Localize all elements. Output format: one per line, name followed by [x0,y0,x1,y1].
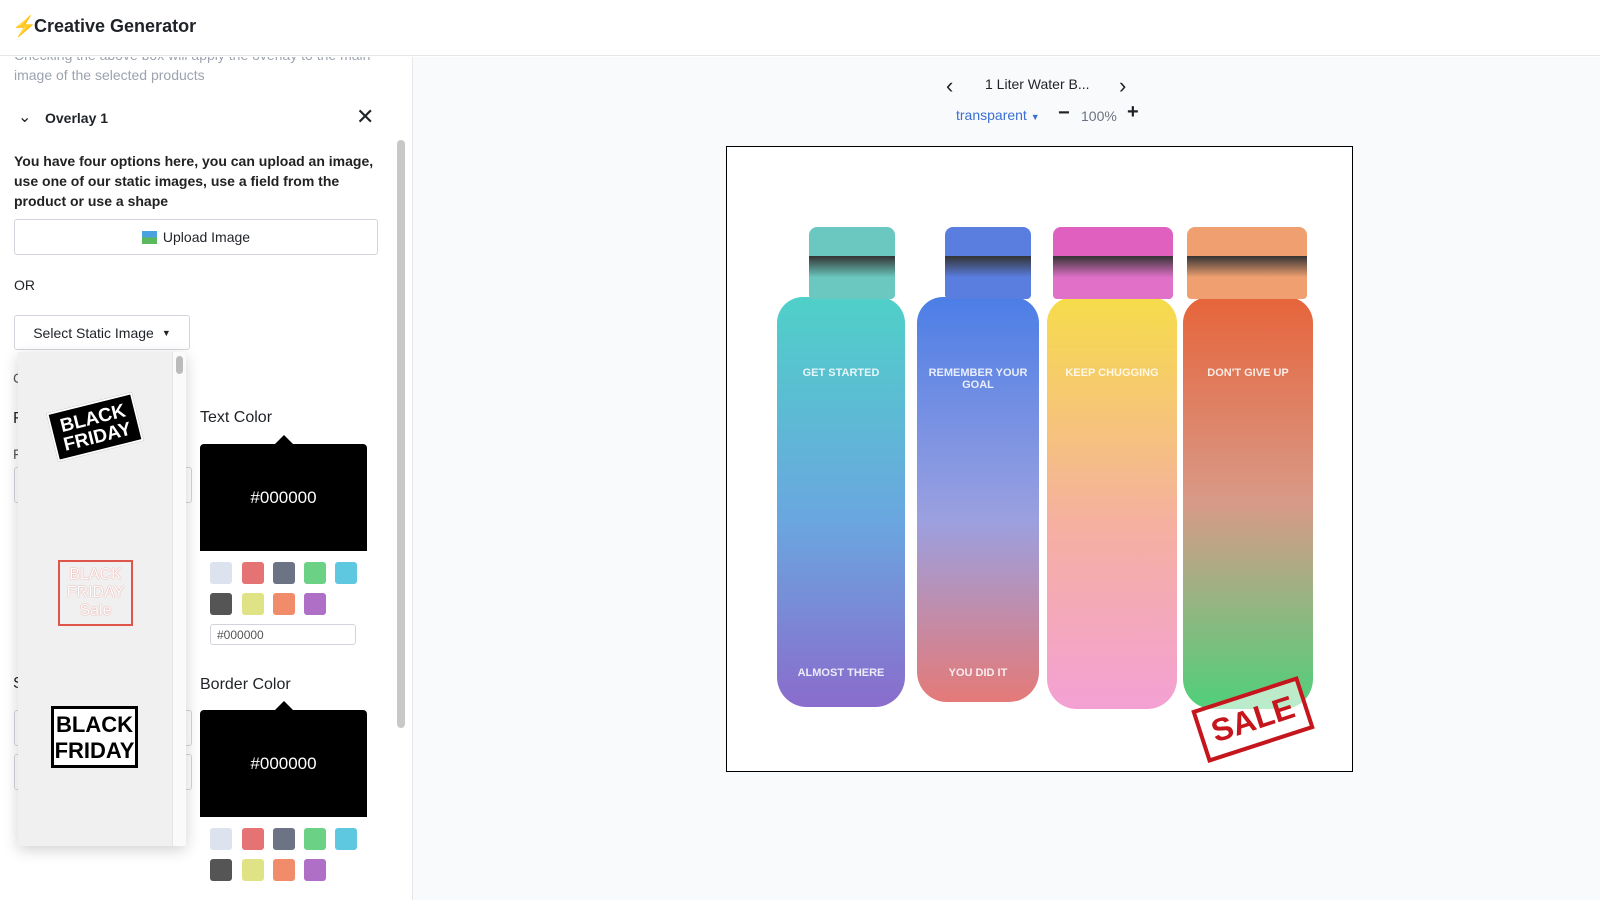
static-image-black-friday-tilted[interactable]: BLACK FRIDAY [46,392,144,462]
image-text: BLACK FRIDAY Sale [66,566,125,619]
zoom-level: 100% [1081,108,1117,124]
app-title: Creative Generator [34,16,197,36]
preview-panel: ‹ 1 Liter Water B... › transparent ▼ − 1… [413,57,1600,900]
border-color-picker[interactable]: #000000 [200,701,367,900]
image-text: BLACK FRIDAY [58,400,134,456]
swatch[interactable] [304,562,326,584]
image-text: BLACK FRIDAY [54,712,135,763]
border-color-preview: #000000 [200,710,367,817]
border-color-label: Border Color [200,676,291,693]
swatch[interactable] [304,828,326,850]
bottle-blue: REMEMBER YOUR GOAL YOU DID IT [917,297,1039,702]
swatch[interactable] [242,593,264,615]
overlay-description: You have four options here, you can uplo… [14,153,374,209]
bottle-label: YOU DID IT [948,667,1008,679]
bottle-orange: DON'T GIVE UP [1183,297,1313,709]
swatch[interactable] [335,562,357,584]
bottle-label: ALMOST THERE [797,667,885,679]
swatch[interactable] [273,859,295,881]
static-image-black-friday-box[interactable]: BLACK FRIDAY [51,706,138,768]
caret-down-icon: ▼ [161,327,171,338]
bottle-label: DON'T GIVE UP [1207,367,1289,379]
select-static-image-dropdown[interactable]: Select Static Image ▼ [14,315,190,350]
overlay-title[interactable]: Overlay 1 [45,110,108,126]
swatch[interactable] [242,562,264,584]
left-panel-scrollbar[interactable] [397,140,405,728]
swatch[interactable] [273,562,295,584]
hint-text-partial: Checking the above box will apply the ov… [14,57,384,65]
image-icon [141,230,157,244]
swatch[interactable] [304,859,326,881]
zoom-out-icon[interactable]: − [1058,102,1070,125]
swatch[interactable] [242,859,264,881]
bottle-label: GET STARTED [802,367,880,379]
swatch[interactable] [304,593,326,615]
text-color-label: Text Color [200,409,273,426]
background-value: transparent [956,107,1027,123]
swatch[interactable] [210,562,232,584]
caret-down-icon: ▼ [1030,112,1040,122]
select-label: Select Static Image [33,324,154,341]
upload-image-button[interactable]: Upload Image [14,219,378,255]
zoom-in-icon[interactable]: + [1127,101,1139,124]
swatch[interactable] [210,859,232,881]
previous-product-icon[interactable]: ‹ [946,73,953,99]
next-product-icon[interactable]: › [1119,73,1126,99]
close-icon[interactable]: ✕ [356,106,374,128]
text-color-picker[interactable]: #000000 [200,435,367,656]
swatch[interactable] [242,828,264,850]
static-image-black-friday-sale[interactable]: BLACK FRIDAY Sale [58,560,133,626]
swatch[interactable] [273,593,295,615]
hint-text: image of the selected products [14,67,205,83]
swatch[interactable] [335,828,357,850]
or-label: OR [14,277,35,293]
bottle-label: REMEMBER YOUR GOAL [928,367,1028,391]
upload-label: Upload Image [162,229,251,245]
swatch[interactable] [210,828,232,850]
static-image-menu: BLACK FRIDAY BLACK FRIDAY Sale BLACK FRI… [18,352,186,846]
menu-scrollbar[interactable] [172,352,186,846]
swatch[interactable] [273,828,295,850]
chevron-down-icon[interactable]: ⌄ [18,107,31,127]
text-color-hex-input[interactable] [210,624,356,645]
picker-arrow [275,435,293,444]
text-color-preview: #000000 [200,444,367,551]
bottle-yellow: KEEP CHUGGING [1047,297,1177,709]
app-header: ⚡ Creative Generator [0,0,1600,56]
swatch[interactable] [210,593,232,615]
product-image-canvas: GET STARTED ALMOST THERE REMEMBER YOUR G… [726,146,1353,772]
product-name: 1 Liter Water B... [985,76,1090,92]
bottle-label: KEEP CHUGGING [1065,367,1159,379]
bottle-teal: GET STARTED ALMOST THERE [777,297,905,707]
picker-arrow [275,701,293,710]
background-select[interactable]: transparent ▼ [956,107,1040,123]
